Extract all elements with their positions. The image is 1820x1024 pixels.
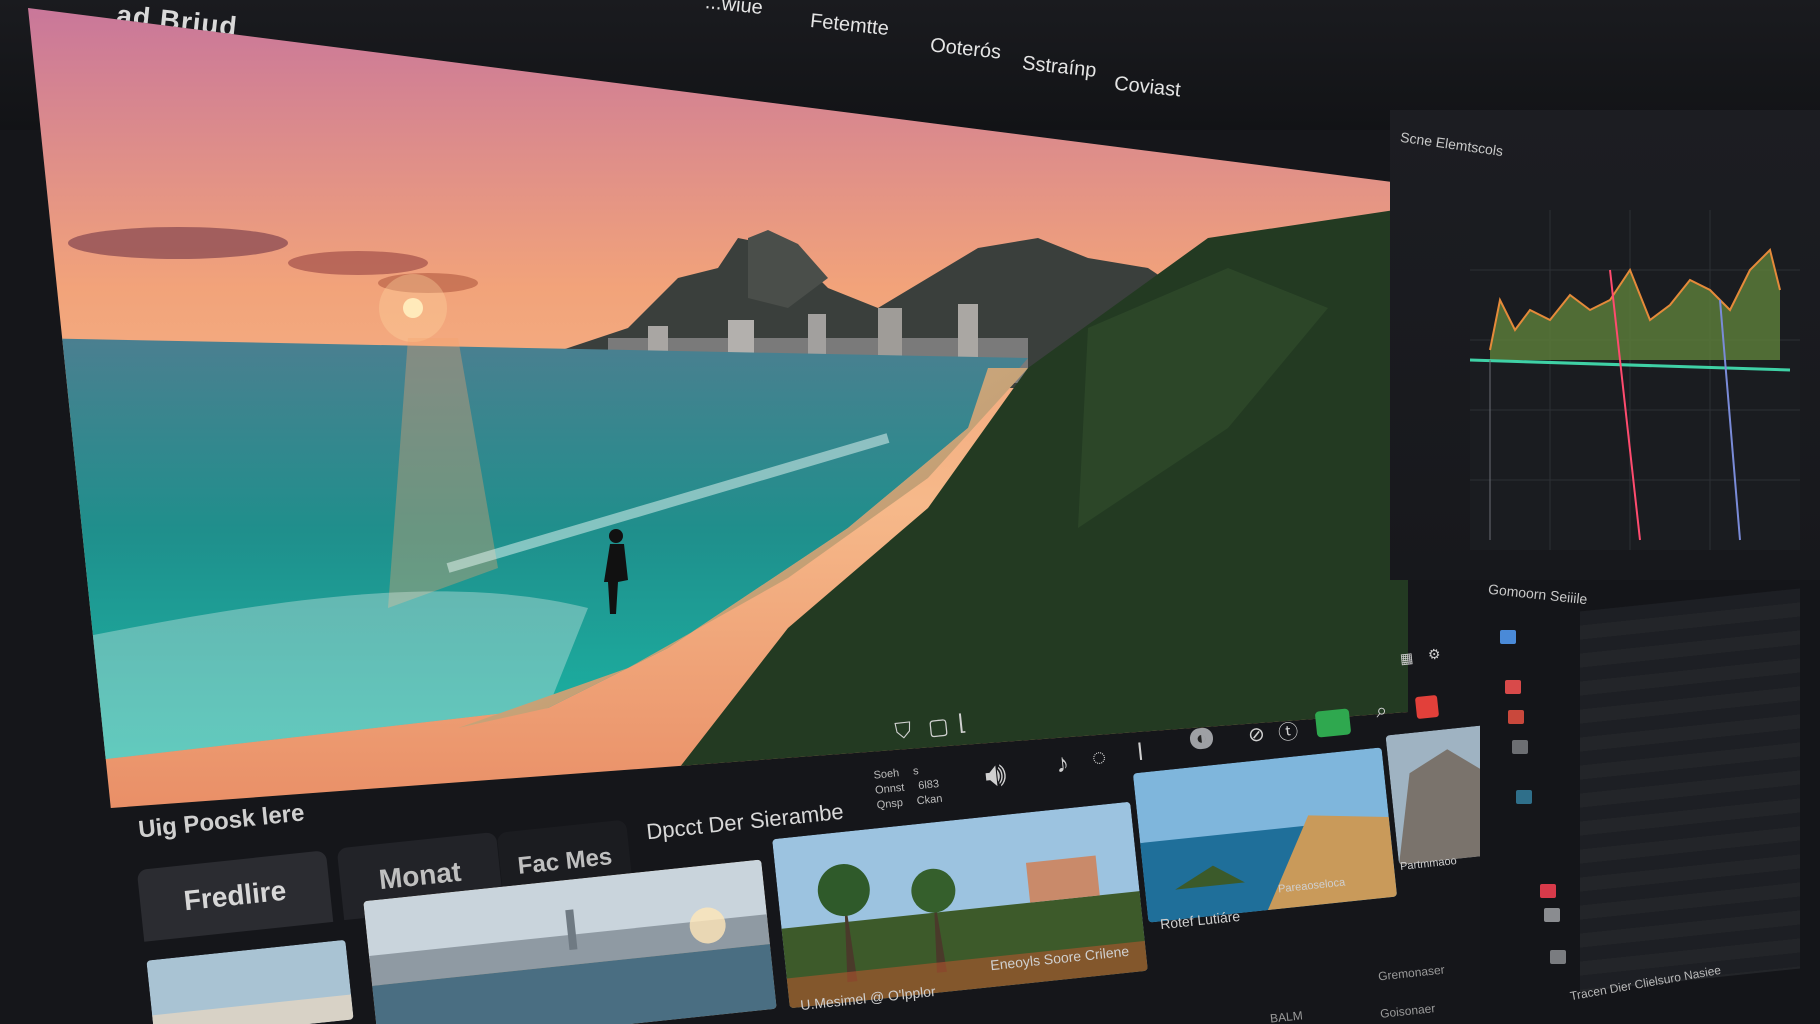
clip-color-chip bbox=[1550, 950, 1566, 964]
readout-value-1: s bbox=[912, 765, 920, 778]
bottom-field-3: BALM bbox=[1269, 1008, 1304, 1024]
frame-icon[interactable]: ▢ bbox=[927, 713, 950, 741]
editor-screen: ...ad Briud ...wiue Fetemtte Ooterós Sst… bbox=[0, 0, 1820, 1024]
bottom-field-1: Gremonaser bbox=[1377, 962, 1446, 984]
marker-icon[interactable]: ⛉ bbox=[894, 717, 913, 745]
waveform-graph bbox=[1469, 210, 1800, 550]
search-icon[interactable]: ⌕ bbox=[1375, 699, 1389, 723]
record-button[interactable] bbox=[1414, 694, 1440, 720]
coast-cliff-thumb-image bbox=[1132, 747, 1398, 923]
media-thumb-4[interactable] bbox=[1132, 747, 1398, 923]
clip-color-chip bbox=[1512, 740, 1528, 754]
clip-color-chip bbox=[1544, 908, 1560, 922]
time-readout: Soeh s Onnst 6l83 Qnsp Ckan bbox=[873, 759, 967, 813]
media-thumb-3[interactable] bbox=[772, 801, 1148, 1009]
toggle-icon[interactable]: ◐ bbox=[1188, 726, 1214, 751]
link-icon[interactable]: ⊘ bbox=[1247, 721, 1266, 748]
timer-icon[interactable]: ⓣ bbox=[1277, 715, 1300, 746]
readout-value-3: Ckan bbox=[916, 792, 944, 808]
volume-icon[interactable]: 🔊︎ bbox=[983, 755, 1008, 796]
clip-color-chip bbox=[1500, 630, 1516, 644]
bottom-field-2: Goisonaer bbox=[1379, 1001, 1436, 1021]
list-grid bbox=[1580, 588, 1800, 992]
media-thumb-1[interactable] bbox=[146, 939, 354, 1024]
waveform-scope bbox=[1469, 210, 1800, 550]
grid-icon[interactable]: ▦ bbox=[1399, 649, 1414, 667]
clip-color-chip bbox=[1505, 680, 1521, 694]
live-button[interactable] bbox=[1314, 708, 1352, 738]
sky-thumb-image bbox=[146, 939, 354, 1024]
readout-line-3: Qnsp bbox=[876, 796, 904, 812]
palm-resort-thumb-image bbox=[772, 801, 1148, 1009]
clip-color-chip bbox=[1540, 884, 1556, 898]
audio-channel-icon[interactable]: ♪ bbox=[1054, 747, 1070, 779]
settings-icon[interactable]: ⚙ bbox=[1427, 645, 1441, 663]
clip-color-chip bbox=[1516, 790, 1532, 804]
tab-fredlire[interactable]: Fredlire bbox=[136, 850, 334, 942]
clip-color-chip bbox=[1508, 710, 1524, 724]
viewer-caption: Uig Poosk lere bbox=[136, 799, 306, 844]
loop-icon[interactable]: ◌ bbox=[1091, 743, 1108, 772]
mic-icon[interactable]: ⏽ bbox=[1128, 735, 1152, 769]
